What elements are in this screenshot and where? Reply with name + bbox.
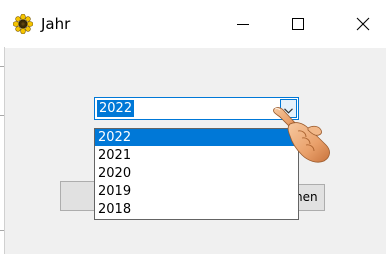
dropdown-option[interactable]: 2018 [95, 201, 298, 218]
close-icon [356, 17, 370, 31]
dropdown-option[interactable]: 2019 [95, 183, 298, 200]
title-bar[interactable]: Jahr [5, 0, 386, 48]
cancel-button-label: hen [299, 190, 318, 204]
ok-button-partial[interactable] [60, 181, 94, 211]
year-selected-value: 2022 [97, 100, 135, 117]
screen: Jahr 2022 2022 2021 2020 2019 2018 en [0, 0, 386, 254]
cancel-button-partial[interactable]: hen [299, 184, 325, 211]
minimize-button[interactable] [220, 0, 266, 48]
pointing-hand-icon [268, 103, 340, 165]
background-tick [0, 230, 4, 231]
close-button[interactable] [340, 0, 386, 48]
background-tick [0, 66, 4, 67]
maximize-icon [292, 18, 304, 30]
sunflower-icon [12, 13, 34, 35]
maximize-button[interactable] [275, 0, 321, 48]
window-title: Jahr [41, 15, 71, 33]
dropdown-option[interactable]: 2020 [95, 165, 298, 182]
background-tick [0, 115, 4, 116]
minimize-icon [237, 18, 249, 30]
